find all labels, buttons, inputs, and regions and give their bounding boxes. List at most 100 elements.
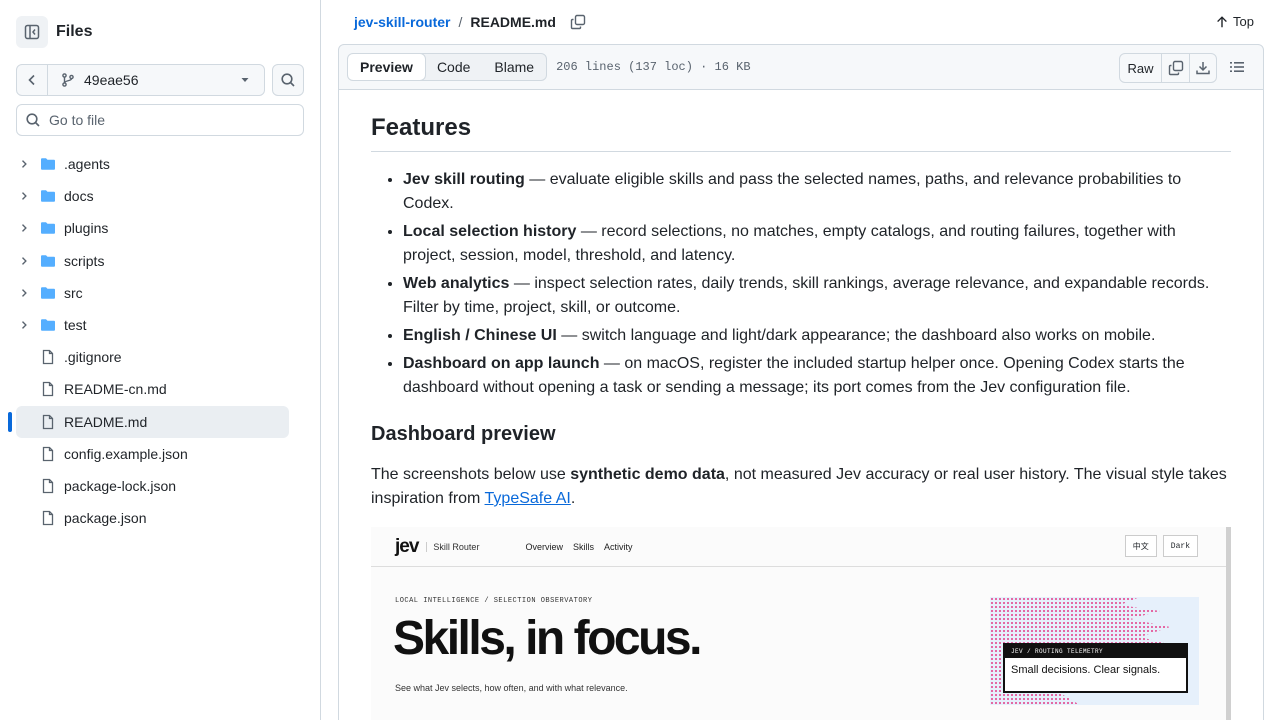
folder-icon — [40, 317, 56, 333]
raw-button[interactable]: Raw — [1120, 54, 1162, 82]
feature-item: Local selection history — record selecti… — [403, 220, 1231, 268]
file-icon — [40, 510, 56, 526]
tree-item-label: scripts — [64, 252, 105, 269]
tree-folder-test[interactable]: test — [16, 309, 289, 341]
tree-file-readme-md[interactable]: README.md — [8, 405, 289, 438]
tree-file-gitignore[interactable]: .gitignore — [16, 341, 289, 373]
branch-row: 49eae56 — [16, 64, 304, 96]
tree-item-label: test — [64, 317, 87, 334]
feature-text: — inspect selection rates, daily trends,… — [403, 275, 1210, 316]
chevron-right-icon[interactable] — [16, 319, 32, 331]
tree-item-label: README.md — [64, 413, 148, 430]
go-to-file-field[interactable] — [16, 104, 304, 136]
branch-name: 49eae56 — [84, 72, 139, 88]
file-header: Preview Code Blame 206 lines (137 loc) ·… — [338, 44, 1264, 90]
outline-button[interactable] — [1229, 59, 1245, 78]
feature-text: — switch language and light/dark appeara… — [556, 327, 1156, 344]
tab-code[interactable]: Code — [425, 54, 482, 80]
go-to-file-input[interactable] — [49, 112, 289, 128]
features-list: Jev skill routing — evaluate eligible sk… — [371, 168, 1231, 400]
feature-item: Jev skill routing — evaluate eligible sk… — [403, 168, 1231, 216]
tree-item-label: .agents — [64, 156, 110, 173]
preview-nav-skills: Skills — [572, 541, 594, 552]
sidebar-title: Files — [56, 23, 93, 40]
copy-raw-button[interactable] — [1162, 54, 1189, 82]
download-icon — [1196, 62, 1210, 75]
folder-icon — [40, 253, 56, 269]
feature-title: Jev skill routing — [403, 171, 525, 188]
file-icon — [40, 478, 56, 494]
intro-bold: synthetic demo data — [570, 466, 725, 483]
back-button[interactable] — [17, 65, 48, 95]
chevron-right-icon[interactable] — [16, 190, 32, 202]
preview-tagline: See what Jev selects, how often, and wit… — [395, 683, 628, 693]
sidebar-header: Files — [16, 16, 92, 48]
tree-item-label: README-cn.md — [64, 381, 167, 398]
feature-item: English / Chinese UI — switch language a… — [403, 324, 1231, 348]
chevron-right-icon[interactable] — [16, 222, 32, 234]
tree-file-package-json[interactable]: package.json — [16, 502, 289, 534]
file-actions: Raw — [1119, 53, 1217, 83]
tree-item-label: .gitignore — [64, 349, 122, 366]
feature-title: Local selection history — [403, 223, 577, 240]
tree-item-label: package-lock.json — [64, 477, 177, 494]
preview-subtitle: Skill Router — [426, 541, 479, 552]
copy-icon — [1168, 60, 1183, 76]
copy-icon — [570, 14, 586, 30]
readme-content: Features Jev skill routing — evaluate el… — [338, 89, 1264, 720]
preview-theme-button: Dark — [1162, 535, 1198, 557]
tab-preview[interactable]: Preview — [348, 54, 426, 80]
file-meta: 206 lines (137 loc) · 16 KB — [556, 60, 751, 74]
file-icon — [40, 349, 56, 365]
branch-selector[interactable]: 49eae56 — [48, 65, 264, 95]
preview-telemetry-card: JEV / ROUTING TELEMETRY Small decisions.… — [1003, 643, 1188, 693]
preview-hero-art: JEV / ROUTING TELEMETRY Small decisions.… — [990, 597, 1199, 705]
chevron-right-icon[interactable] — [16, 255, 32, 267]
search-button[interactable] — [272, 64, 304, 96]
caret-down-icon — [241, 78, 249, 82]
copy-path-button[interactable] — [570, 14, 586, 30]
preview-nav-overview: Overview — [525, 541, 563, 552]
tree-file-config-example-json[interactable]: config.example.json — [16, 438, 289, 470]
breadcrumb-separator: / — [458, 14, 463, 30]
tree-file-readme-cn-md[interactable]: README-cn.md — [16, 373, 289, 405]
view-mode-tabs: Preview Code Blame — [347, 53, 548, 81]
chevron-right-icon[interactable] — [16, 158, 32, 170]
file-icon — [40, 381, 56, 397]
chevron-left-icon — [28, 74, 35, 86]
search-icon — [281, 73, 295, 87]
arrow-up-icon — [1217, 15, 1227, 27]
collapse-sidebar-button[interactable] — [16, 16, 48, 48]
dashboard-screenshot: jev Skill Router Overview Skills Activit… — [371, 527, 1231, 720]
preview-lang-button: 中文 — [1124, 535, 1157, 557]
chevron-right-icon[interactable] — [16, 287, 32, 299]
search-icon — [26, 113, 40, 127]
tree-folder-plugins[interactable]: plugins — [16, 212, 289, 244]
tab-blame[interactable]: Blame — [482, 54, 546, 80]
preview-nav-buttons: 中文 Dark — [1124, 535, 1198, 557]
feature-title: Web analytics — [403, 275, 510, 292]
dashboard-preview-heading: Dashboard preview — [371, 423, 556, 445]
download-button[interactable] — [1189, 54, 1216, 82]
feature-item: Web analytics — inspect selection rates,… — [403, 272, 1231, 320]
tree-folder-scripts[interactable]: scripts — [16, 245, 289, 277]
folder-icon — [40, 220, 56, 236]
file-tree-sidebar: Files 49eae56 .agents docs plugins scripts s… — [0, 0, 321, 720]
tree-folder-docs[interactable]: docs — [16, 180, 289, 212]
intro-text-end: . — [570, 490, 576, 507]
feature-title: Dashboard on app launch — [403, 355, 600, 372]
tree-folder-agents[interactable]: .agents — [16, 148, 289, 180]
file-tree: .agents docs plugins scripts src test .gitigno… — [8, 148, 289, 534]
features-heading: Features — [371, 113, 1231, 152]
tree-folder-src[interactable]: src — [16, 277, 289, 309]
folder-icon — [40, 285, 56, 301]
breadcrumb: jev-skill-router / README.md Top — [338, 0, 1264, 44]
folder-icon — [40, 188, 56, 204]
branch-control: 49eae56 — [16, 64, 265, 96]
file-icon — [40, 414, 56, 430]
breadcrumb-repo-link[interactable]: jev-skill-router — [354, 14, 450, 30]
tree-file-package-lock-json[interactable]: package-lock.json — [16, 470, 289, 502]
folder-icon — [40, 156, 56, 172]
back-to-top-button[interactable]: Top — [1215, 14, 1254, 29]
typesafe-link[interactable]: TypeSafe AI — [485, 490, 571, 507]
